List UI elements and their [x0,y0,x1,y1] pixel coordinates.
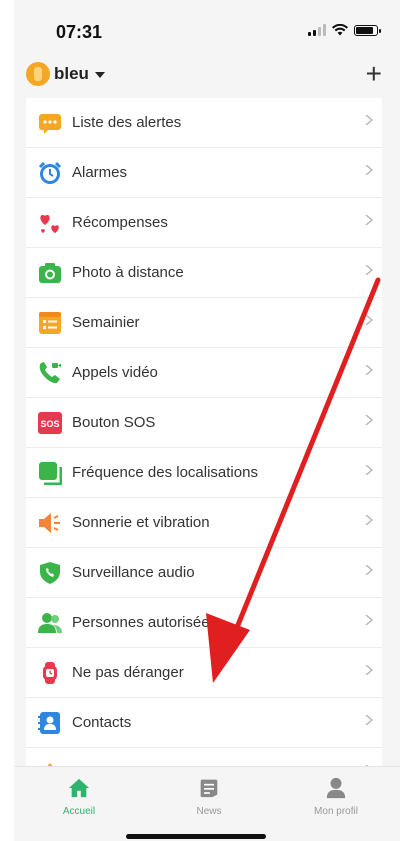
signal-icon [308,24,326,36]
device-name: bleu [54,64,89,83]
menu-item-label: Alarmes [72,164,128,181]
tab-label: Mon profil [314,806,358,817]
menu-item-label: Personnes autorisées [72,614,218,631]
tab-profile[interactable]: Mon profil [286,777,386,817]
wifi-icon [332,24,348,36]
news-icon [200,779,218,798]
battery-icon [354,24,381,36]
location-frequency-icon [38,461,62,485]
menu-item-label: Récompenses [72,214,168,231]
menu-item-audio-monitoring[interactable]: Surveillance audio [26,548,382,598]
profile-icon [326,777,346,799]
menu-item-partial[interactable] [26,748,382,766]
menu-item-label: Surveillance audio [72,564,195,581]
hearts-icon [38,211,62,235]
home-icon [68,778,90,798]
chevron-right-icon [365,415,374,425]
chevron-right-icon [365,465,374,475]
contacts-icon [38,711,62,735]
caret-down-icon [94,72,105,78]
home-indicator [126,834,266,839]
menu-item-label: Ne pas déranger [72,664,184,681]
menu-list: Liste des alertes Alarmes Récompenses Ph… [26,98,382,766]
menu-item-label: Contacts [72,714,132,731]
menu-item-label: Appels vidéo [72,364,158,381]
chevron-right-icon [365,115,374,125]
menu-item-label: Photo à distance [72,264,184,281]
menu-item-ringtone-vibration[interactable]: Sonnerie et vibration [26,498,382,548]
chevron-right-icon [365,565,374,575]
chevron-right-icon [365,165,374,175]
tab-home[interactable]: Accueil [29,777,129,817]
authorized-people-icon [38,611,62,635]
status-time: 07:31 [56,22,103,42]
add-button[interactable]: + [366,60,382,88]
menu-item-alert-list[interactable]: Liste des alertes [26,98,382,148]
menu-item-label: Fréquence des localisations [72,464,258,481]
menu-item-label: Semainier [72,314,140,331]
chevron-right-icon [365,715,374,725]
chevron-right-icon [365,515,374,525]
menu-item-rewards[interactable]: Récompenses [26,198,382,248]
menu-item-location-frequency[interactable]: Fréquence des localisations [26,448,382,498]
video-call-icon [38,361,62,385]
tab-label: News [196,806,222,817]
sos-icon: SOS [38,411,62,435]
device-selector[interactable]: bleu [26,62,105,86]
menu-item-do-not-disturb[interactable]: Ne pas déranger [26,648,382,698]
camera-icon [38,261,62,285]
svg-text:SOS: SOS [40,419,59,429]
status-bar: 07:31 [14,0,400,58]
menu-item-remote-photo[interactable]: Photo à distance [26,248,382,298]
alarm-clock-icon [38,161,62,185]
tab-bar: Accueil News Mon profil [14,766,400,841]
chevron-right-icon [365,215,374,225]
menu-item-label: Liste des alertes [72,114,182,131]
schedule-icon [38,311,62,335]
phone-screen: 07:31 bleu + Liste des alertes Alarmes R… [14,0,400,841]
chevron-right-icon [365,665,374,675]
watch-avatar-icon [26,62,50,86]
speaker-icon [38,511,62,535]
alert-list-icon [38,111,62,135]
menu-item-authorized-people[interactable]: Personnes autorisées [26,598,382,648]
menu-item-label: Sonnerie et vibration [72,514,210,531]
menu-item-video-calls[interactable]: Appels vidéo [26,348,382,398]
menu-item-label: Bouton SOS [72,414,156,431]
audio-monitor-icon [38,561,62,585]
header: bleu + [14,58,400,98]
chevron-right-icon [365,315,374,325]
menu-item-sos-button[interactable]: SOS Bouton SOS [26,398,382,448]
chevron-right-icon [365,265,374,275]
menu-item-alarms[interactable]: Alarmes [26,148,382,198]
tab-news[interactable]: News [159,777,259,817]
do-not-disturb-watch-icon [38,661,62,685]
menu-item-schedule[interactable]: Semainier [26,298,382,348]
chevron-right-icon [365,365,374,375]
menu-item-contacts[interactable]: Contacts [26,698,382,748]
status-icons [308,24,381,36]
chevron-right-icon [365,615,374,625]
tab-label: Accueil [62,806,96,817]
